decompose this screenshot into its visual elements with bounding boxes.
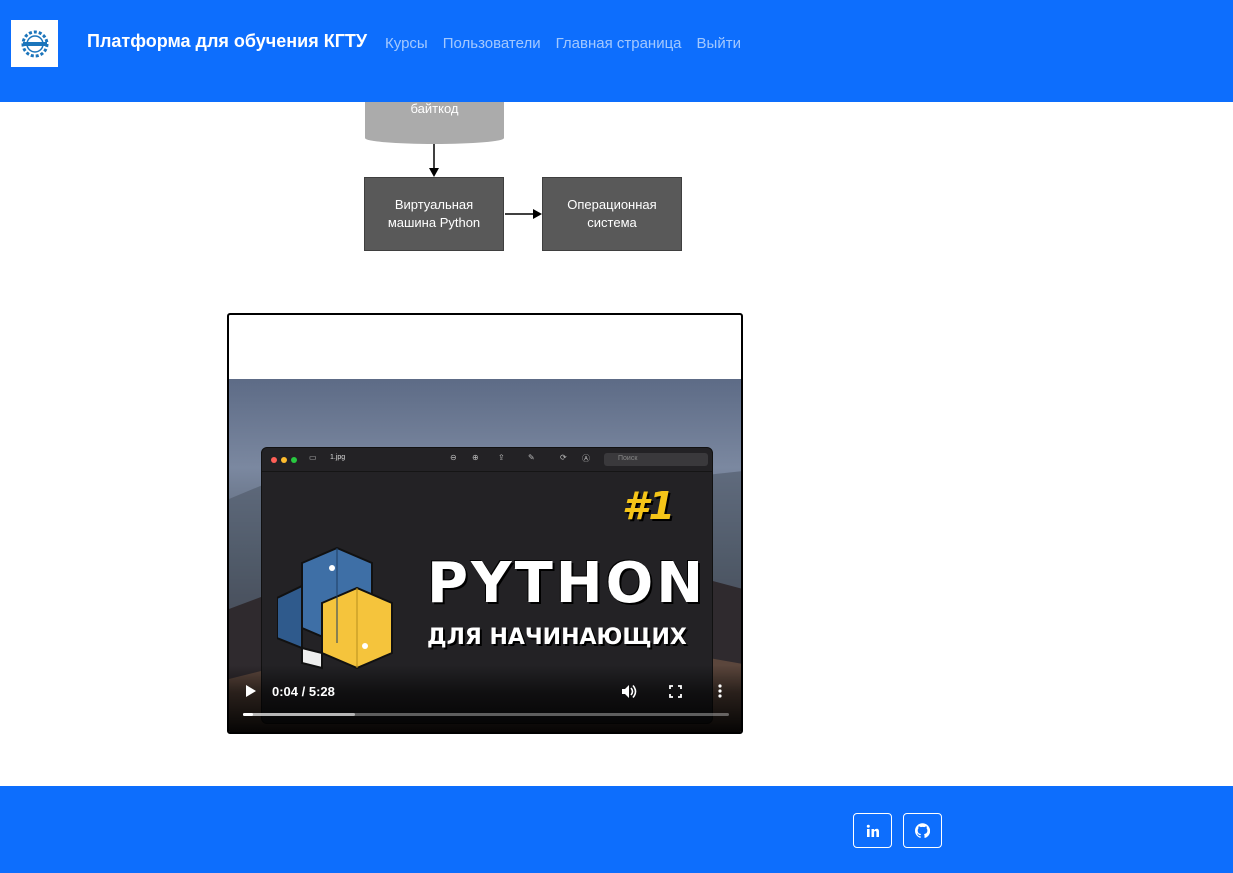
share-icon: ⇪ bbox=[498, 453, 505, 462]
nav-link-logout[interactable]: Выйти bbox=[697, 35, 741, 52]
top-navbar: Платформа для обучения КГТУ Курсы Пользо… bbox=[0, 0, 1233, 102]
preview-search-field: Поиск bbox=[604, 453, 708, 466]
video-title: PYTHON bbox=[427, 551, 707, 616]
minimize-dot-icon bbox=[281, 457, 287, 463]
preview-titlebar: ▭ 1.jpg ⊖ ⊕ ⇪ ✎ ⟳ Ⓐ Поиск bbox=[262, 448, 712, 472]
zoom-dot-icon bbox=[291, 457, 297, 463]
nav-link-home[interactable]: Главная страница bbox=[556, 35, 682, 52]
nav-menu: Курсы Пользователи Главная страница Выйт… bbox=[385, 35, 741, 52]
python-logo-icon bbox=[277, 546, 393, 670]
more-options-icon[interactable] bbox=[712, 682, 728, 700]
zoom-out-icon: ⊖ bbox=[450, 453, 457, 462]
video-controls: 0:04 / 5:28 bbox=[229, 665, 741, 732]
nav-link-users[interactable]: Пользователи bbox=[443, 35, 541, 52]
zoom-in-icon: ⊕ bbox=[472, 453, 479, 462]
sidebar-toggle-icon: ▭ bbox=[309, 453, 317, 462]
gear-logo-icon bbox=[21, 30, 48, 57]
progress-bar[interactable] bbox=[243, 713, 729, 716]
close-dot-icon bbox=[271, 457, 277, 463]
time-display: 0:04 / 5:28 bbox=[272, 684, 335, 699]
github-button[interactable] bbox=[903, 813, 942, 848]
linkedin-icon bbox=[866, 824, 879, 837]
nav-link-courses[interactable]: Курсы bbox=[385, 35, 428, 52]
linkedin-button[interactable] bbox=[853, 813, 892, 848]
video-subtitle: ДЛЯ НАЧИНАЮЩИХ bbox=[427, 625, 687, 650]
markup-icon: ✎ bbox=[528, 453, 535, 462]
play-icon[interactable] bbox=[243, 681, 259, 701]
volume-icon[interactable] bbox=[620, 682, 638, 700]
progress-buffered bbox=[243, 713, 355, 716]
progress-played bbox=[243, 713, 253, 716]
university-logo[interactable] bbox=[11, 20, 58, 67]
brand-title[interactable]: Платформа для обучения КГТУ bbox=[87, 31, 367, 52]
vm-box: Виртуальная машина Python bbox=[364, 177, 504, 251]
github-icon bbox=[915, 823, 930, 838]
footer bbox=[0, 786, 1233, 873]
fullscreen-icon[interactable] bbox=[666, 682, 684, 700]
annotate-icon: Ⓐ bbox=[582, 454, 590, 463]
os-box: Операционная система bbox=[542, 177, 682, 251]
episode-number: #1 bbox=[622, 484, 675, 528]
preview-file-name: 1.jpg bbox=[330, 454, 346, 461]
rotate-icon: ⟳ bbox=[560, 453, 567, 462]
video-player[interactable]: ▭ 1.jpg ⊖ ⊕ ⇪ ✎ ⟳ Ⓐ Поиск #1 PYTHON ДЛЯ … bbox=[227, 313, 743, 734]
